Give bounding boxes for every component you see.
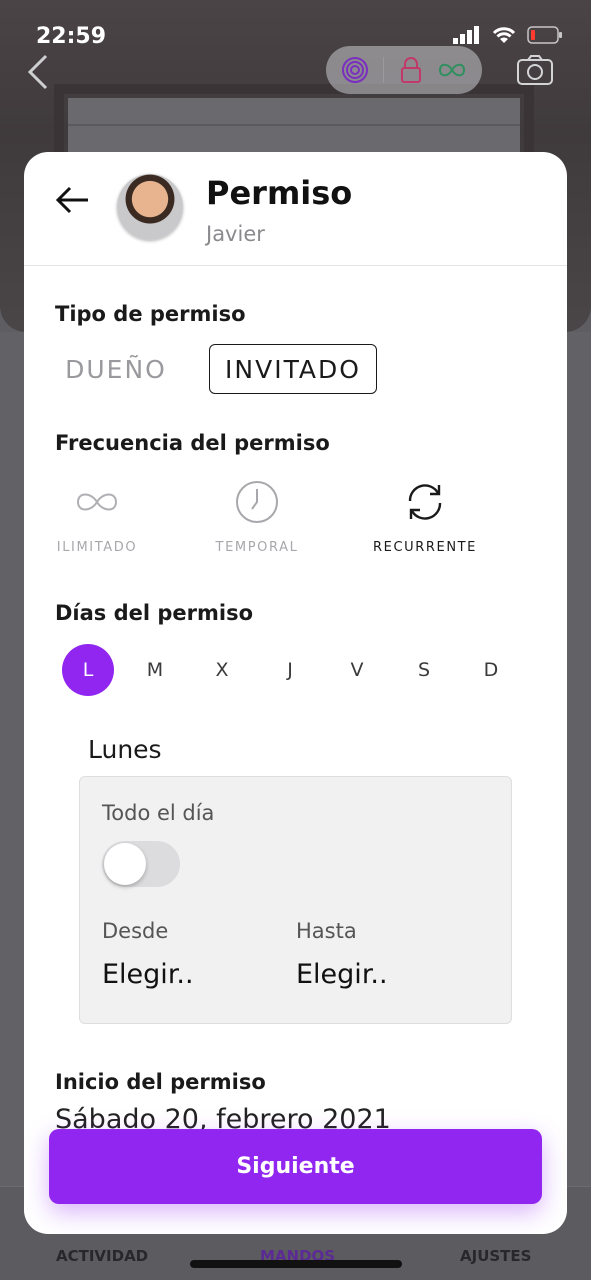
to-label: Hasta [296,919,357,943]
page-title: Permiso [206,174,353,212]
day-thursday[interactable]: J [264,644,316,696]
frequency-label-temporal: TEMPORAL [215,540,299,555]
day-wednesday[interactable]: X [196,644,248,696]
type-option-guest[interactable]: INVITADO [209,344,377,394]
permission-type-label: Tipo de permiso [55,302,246,326]
user-name: Javier [206,222,265,246]
day-friday[interactable]: V [331,644,383,696]
home-indicator [190,1260,402,1268]
avatar [117,174,183,240]
day-monday[interactable]: L [62,644,114,696]
frequency-label-recurrent: RECURRENTE [373,540,477,555]
days-label: Días del permiso [55,601,254,625]
from-time-picker[interactable]: Elegir.. [102,959,194,990]
refresh-icon [408,484,442,520]
chevron-left-icon[interactable] [22,52,52,92]
signal-icon [453,26,479,44]
day-schedule-box: Todo el día Desde Elegir.. Hasta Elegir.… [79,776,512,1024]
day-sunday[interactable]: D [465,644,517,696]
frequency-option-recurrent[interactable]: RECURRENTE [365,476,485,555]
target-icon[interactable] [341,56,369,84]
status-time: 22:59 [36,24,107,49]
all-day-label: Todo el día [102,801,215,825]
infinity-icon [76,493,118,511]
selected-day-name: Lunes [88,735,162,764]
toggle-knob [104,843,146,885]
to-time-picker[interactable]: Elegir.. [296,959,388,990]
start-label: Inicio del permiso [55,1070,266,1094]
infinity-icon[interactable] [437,61,467,79]
modal-header: Permiso Javier [24,152,567,266]
frequency-option-unlimited[interactable]: ILIMITADO [37,476,157,555]
quick-actions-pill [326,46,482,94]
status-icons [453,26,563,44]
camera-icon[interactable] [516,54,554,86]
permission-modal: Permiso Javier Tipo de permiso DUEÑO INV… [24,152,567,1234]
arrow-left-icon[interactable] [52,182,92,218]
frequency-option-temporal[interactable]: TEMPORAL [197,476,317,555]
tab-actividad[interactable]: ACTIVIDAD [56,1247,148,1265]
type-option-owner[interactable]: DUEÑO [56,344,176,394]
battery-icon [527,26,562,44]
status-bar: 22:59 [0,0,591,70]
frequency-label-unlimited: ILIMITADO [56,540,138,555]
lock-icon[interactable] [399,56,423,84]
next-button[interactable]: Siguiente [49,1129,542,1204]
wifi-icon [492,27,516,43]
tab-ajustes[interactable]: AJUSTES [460,1247,531,1265]
all-day-toggle[interactable] [102,841,180,887]
clock-icon [236,481,278,523]
from-label: Desde [102,919,169,943]
day-saturday[interactable]: S [398,644,450,696]
day-tuesday[interactable]: M [129,644,181,696]
frequency-label: Frecuencia del permiso [55,431,330,455]
